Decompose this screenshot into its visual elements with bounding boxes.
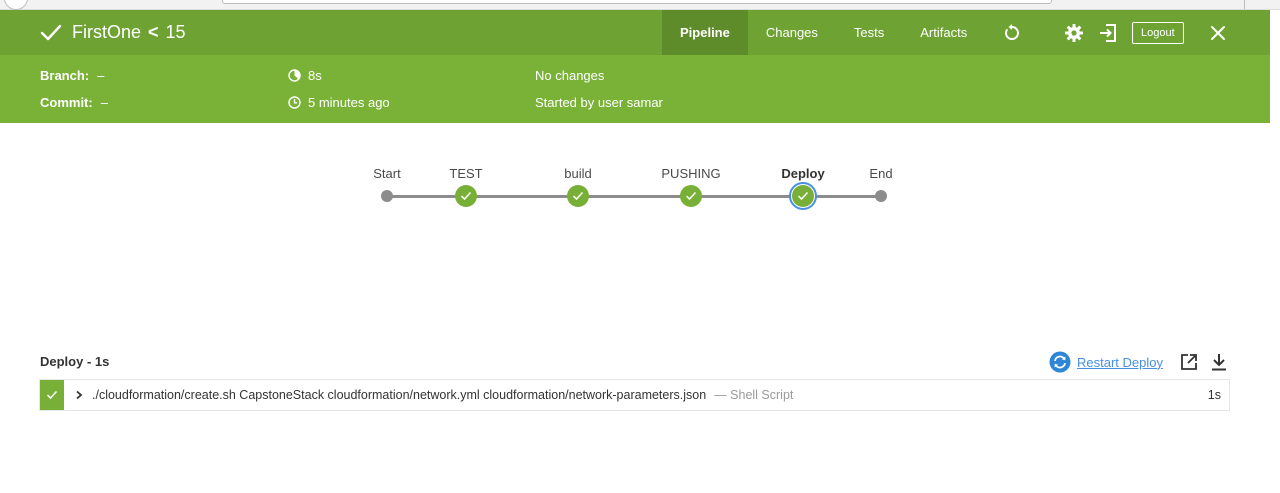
stage-node-build[interactable]: [567, 185, 589, 207]
stage-node-deploy-inner: [792, 185, 814, 207]
tab-artifacts[interactable]: Artifacts: [902, 10, 985, 55]
gear-icon: [1065, 23, 1083, 42]
stage-node-start: [381, 190, 393, 202]
download-icon: [1211, 354, 1226, 371]
browser-chrome: [0, 0, 1280, 10]
open-external-button[interactable]: [1179, 352, 1199, 372]
changes-info: No changes: [535, 68, 604, 83]
clock-icon: [288, 96, 301, 109]
tab-pipeline[interactable]: Pipeline: [662, 10, 748, 55]
logout-button[interactable]: Logout: [1132, 21, 1184, 44]
started-ago: 5 minutes ago: [308, 95, 390, 110]
header-bar: FirstOne < 15 Pipeline Changes Tests Art…: [0, 10, 1270, 55]
run-number: 15: [165, 22, 186, 42]
commit-value: –: [100, 95, 108, 110]
close-button[interactable]: [1206, 21, 1230, 45]
check-icon: [572, 191, 584, 201]
restart-deploy-button[interactable]: Restart Deploy: [1049, 351, 1163, 373]
check-icon: [685, 191, 697, 201]
cause-info: Started by user samar: [535, 95, 663, 110]
browser-address-bar[interactable]: [222, 0, 1052, 4]
commit-info: Commit: –: [40, 95, 108, 110]
duration-icon: [288, 69, 301, 82]
stage-label-pushing[interactable]: PUSHING: [661, 166, 720, 181]
pipeline-graph: Start TEST build PUSHING Deploy End: [0, 123, 1270, 323]
stage-node-test[interactable]: [455, 185, 477, 207]
replay-icon: [1005, 23, 1019, 40]
stage-label-build[interactable]: build: [564, 166, 591, 181]
stage-node-deploy[interactable]: [789, 182, 817, 210]
stage-node-end: [875, 190, 887, 202]
commit-label: Commit:: [40, 95, 93, 110]
header-actions: Logout: [1000, 10, 1230, 55]
run-details-bar: Branch: – Commit: – 8s 5 minutes ago No …: [0, 55, 1270, 123]
stage-label-deploy[interactable]: Deploy: [781, 166, 824, 181]
step-status-success: [40, 380, 64, 410]
run-title: FirstOne < 15: [40, 10, 186, 55]
step-panel-actions: Restart Deploy: [1049, 351, 1229, 373]
restart-deploy-label[interactable]: Restart Deploy: [1077, 355, 1163, 370]
browser-toolbar-divider: [1244, 0, 1245, 9]
step-row[interactable]: ./cloudformation/create.sh CapstoneStack…: [39, 379, 1230, 411]
close-icon: [1210, 25, 1225, 40]
restart-icon: [1049, 351, 1071, 373]
download-button[interactable]: [1209, 352, 1229, 372]
settings-button[interactable]: [1062, 21, 1086, 45]
duration-info: 8s: [288, 68, 322, 83]
stage-label-start: Start: [373, 166, 401, 181]
branch-label: Branch:: [40, 68, 90, 83]
check-icon: [460, 191, 472, 201]
step-command: ./cloudformation/create.sh CapstoneStack…: [92, 388, 707, 402]
chevron-right-icon: [76, 390, 83, 400]
run-separator: <: [148, 22, 159, 42]
browser-back-button[interactable]: [4, 0, 28, 10]
job-name[interactable]: FirstOne: [72, 22, 141, 43]
duration-value: 8s: [308, 68, 322, 83]
tab-tests[interactable]: Tests: [836, 10, 902, 55]
step-kind: — Shell Script: [714, 388, 794, 402]
started-info: 5 minutes ago: [288, 95, 390, 110]
stage-node-pushing[interactable]: [680, 185, 702, 207]
step-expand-toggle[interactable]: ./cloudformation/create.sh CapstoneStack…: [74, 388, 793, 402]
check-icon: [46, 390, 58, 400]
stage-label-test[interactable]: TEST: [449, 166, 482, 181]
check-icon: [797, 191, 809, 201]
exit-button[interactable]: [1096, 21, 1120, 45]
branch-value: –: [97, 68, 105, 83]
checkmark-icon: [40, 24, 62, 40]
started-by-text: Started by user samar: [535, 95, 663, 110]
open-external-icon: [1181, 354, 1197, 370]
step-panel-title: Deploy - 1s: [40, 354, 110, 369]
step-duration: 1s: [1207, 388, 1221, 402]
exit-icon: [1100, 23, 1116, 42]
tab-changes[interactable]: Changes: [748, 10, 836, 55]
stage-label-end: End: [869, 166, 893, 181]
replay-button[interactable]: [1000, 21, 1024, 45]
branch-info: Branch: –: [40, 68, 104, 83]
run-tabs: Pipeline Changes Tests Artifacts: [662, 10, 985, 55]
changes-text: No changes: [535, 68, 605, 83]
